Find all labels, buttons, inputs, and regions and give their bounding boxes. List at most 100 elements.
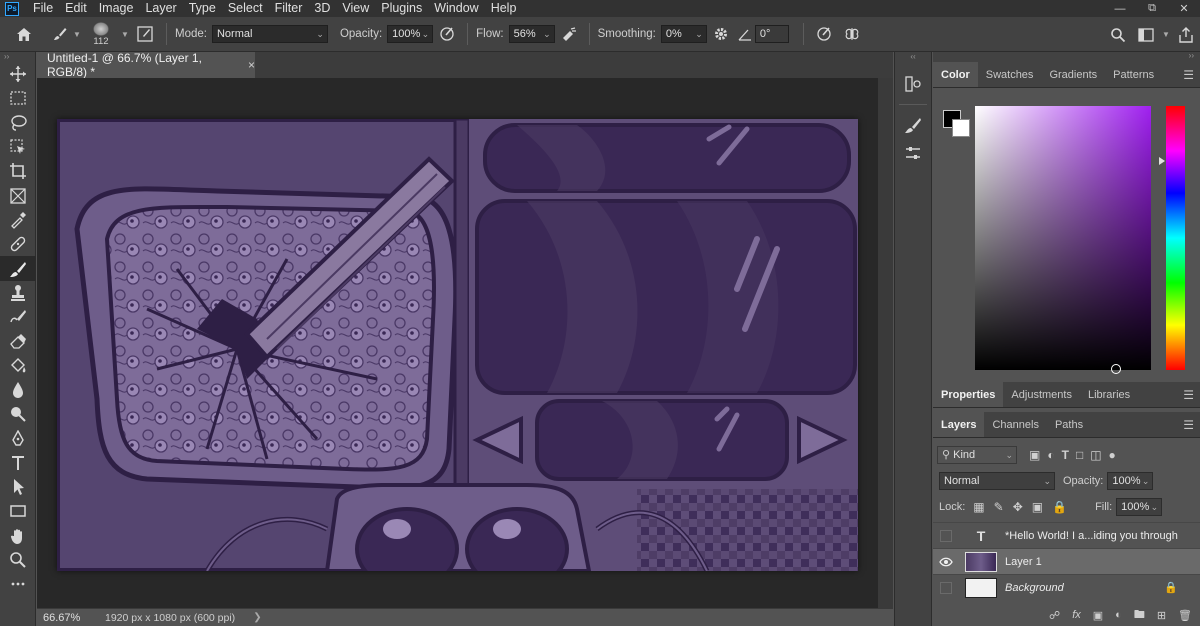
menu-window[interactable]: Window (428, 0, 484, 17)
zoom-tool-icon[interactable] (0, 548, 36, 572)
close-icon[interactable]: ✕ (1168, 0, 1200, 17)
collapse-arrows-icon[interactable]: ‹‹ (895, 52, 931, 66)
tab-color[interactable]: Color (933, 62, 978, 87)
menu-type[interactable]: Type (183, 0, 222, 17)
more-tools-icon[interactable] (0, 572, 36, 596)
layer-row-layer-1[interactable]: Layer 1 (933, 548, 1200, 574)
hue-slider[interactable] (1166, 106, 1185, 370)
lock-position-icon[interactable]: ✥ (1013, 500, 1023, 514)
tab-swatches[interactable]: Swatches (978, 62, 1042, 87)
hamburger-menu-icon[interactable]: ☰ (1183, 62, 1194, 88)
document-tab[interactable]: Untitled-1 @ 66.7% (Layer 1, RGB/8) * × (37, 51, 255, 79)
lock-all-icon[interactable]: 🔒 (1052, 500, 1067, 514)
filter-smart-object-icon[interactable]: ◫ (1090, 448, 1101, 462)
clone-stamp-tool-icon[interactable] (0, 281, 36, 305)
dodge-tool-icon[interactable] (0, 402, 36, 426)
tab-libraries[interactable]: Libraries (1080, 382, 1138, 407)
healing-brush-tool-icon[interactable] (0, 232, 36, 256)
new-adjustment-layer-icon[interactable]: ◐ (1115, 609, 1122, 621)
saturation-value-field[interactable] (975, 106, 1151, 374)
blur-tool-icon[interactable] (0, 378, 36, 402)
chevron-down-icon[interactable]: ▼ (72, 30, 82, 39)
hamburger-menu-icon[interactable]: ☰ (1183, 382, 1194, 408)
background-color-swatch[interactable] (952, 119, 970, 137)
pressure-size-icon[interactable] (810, 26, 838, 42)
pressure-opacity-icon[interactable] (433, 26, 461, 42)
menu-view[interactable]: View (336, 0, 375, 17)
tab-layers[interactable]: Layers (933, 412, 985, 437)
path-select-tool-icon[interactable] (0, 475, 36, 499)
chevron-right-icon[interactable]: ❯ (253, 612, 261, 623)
marquee-tool-icon[interactable] (0, 86, 36, 110)
tab-patterns[interactable]: Patterns (1105, 62, 1162, 87)
zoom-level[interactable]: 66.67% (37, 612, 93, 624)
mode-select[interactable]: Normal ⌄ (211, 25, 328, 43)
fx-icon[interactable]: fx (1072, 609, 1081, 621)
close-icon[interactable]: × (248, 58, 255, 72)
menu-help[interactable]: Help (485, 0, 523, 17)
share-icon[interactable] (1172, 26, 1200, 43)
hue-slider-handle[interactable] (1159, 157, 1165, 165)
brush-settings-panel-icon[interactable] (895, 111, 931, 139)
crop-tool-icon[interactable] (0, 159, 36, 183)
layer-row-background[interactable]: Background 🔒 (933, 574, 1200, 600)
airbrush-icon[interactable] (555, 26, 583, 42)
search-icon[interactable] (1104, 27, 1132, 43)
adjustments-panel-icon[interactable] (895, 139, 931, 167)
workspace-icon[interactable] (1132, 27, 1160, 42)
filter-pixel-icon[interactable]: ▣ (1029, 448, 1040, 462)
eyedropper-tool-icon[interactable] (0, 208, 36, 232)
collapse-arrows-icon[interactable]: ›› (1189, 51, 1194, 60)
lock-pixels-icon[interactable]: ✎ (994, 500, 1004, 514)
minimize-icon[interactable]: — (1104, 0, 1136, 17)
menu-file[interactable]: File (27, 0, 59, 17)
angle-field[interactable]: 0° (754, 25, 789, 43)
menu-edit[interactable]: Edit (59, 0, 93, 17)
visibility-toggle[interactable] (933, 529, 959, 542)
home-icon[interactable] (0, 26, 48, 42)
move-tool-icon[interactable] (0, 62, 36, 86)
object-select-tool-icon[interactable] (0, 135, 36, 159)
brush-settings-icon[interactable] (130, 26, 160, 42)
hand-tool-icon[interactable] (0, 524, 36, 548)
opacity-field[interactable]: 100% ⌄ (387, 25, 434, 43)
document-canvas[interactable] (54, 116, 858, 591)
new-group-icon[interactable]: 🖿 (1134, 606, 1145, 625)
link-layers-icon[interactable]: ☍ (1049, 609, 1060, 622)
menu-plugins[interactable]: Plugins (375, 0, 428, 17)
paint-bucket-tool-icon[interactable] (0, 354, 36, 378)
trash-icon[interactable]: 🗑 (1178, 609, 1192, 622)
tab-channels[interactable]: Channels (984, 412, 1046, 437)
menu-3d[interactable]: 3D (308, 0, 336, 17)
hamburger-menu-icon[interactable]: ☰ (1183, 412, 1194, 438)
smoothing-field[interactable]: 0% ⌄ (660, 25, 707, 43)
filter-shape-icon[interactable]: □ (1076, 448, 1083, 462)
fill-field[interactable]: 100% ⌄ (1116, 498, 1163, 516)
chevron-down-icon[interactable]: ▼ (120, 30, 130, 39)
tab-paths[interactable]: Paths (1047, 412, 1091, 437)
add-mask-icon[interactable]: ▣ (1093, 609, 1103, 622)
filter-type-icon[interactable]: T (1062, 448, 1069, 462)
menu-filter[interactable]: Filter (269, 0, 309, 17)
frame-tool-icon[interactable] (0, 183, 36, 207)
history-panel-icon[interactable] (895, 70, 931, 98)
layer-row-text[interactable]: T *Hello World! I a...iding you through (933, 522, 1200, 548)
brush-size-preview[interactable]: 112 (82, 21, 120, 47)
lock-artboard-icon[interactable]: ▣ (1032, 500, 1043, 514)
new-layer-icon[interactable]: ⊞ (1157, 609, 1166, 622)
layer-filter-select[interactable]: ⚲ Kind ⌄ (937, 446, 1017, 464)
tab-adjustments[interactable]: Adjustments (1003, 382, 1080, 407)
lasso-tool-icon[interactable] (0, 111, 36, 135)
filter-toggle-icon[interactable]: ● (1109, 448, 1116, 462)
brush-preset-icon[interactable] (48, 26, 72, 42)
eye-icon[interactable] (933, 557, 959, 567)
color-picker-cursor[interactable] (1111, 364, 1121, 374)
tab-properties[interactable]: Properties (933, 382, 1004, 407)
gear-icon[interactable] (707, 26, 735, 42)
restore-icon[interactable]: ⧉ (1136, 0, 1168, 17)
pen-tool-icon[interactable] (0, 426, 36, 450)
type-tool-icon[interactable] (0, 451, 36, 475)
tab-gradients[interactable]: Gradients (1041, 62, 1105, 87)
chevron-down-icon[interactable]: ▼ (1160, 30, 1172, 39)
blend-mode-select[interactable]: Normal ⌄ (939, 472, 1055, 490)
